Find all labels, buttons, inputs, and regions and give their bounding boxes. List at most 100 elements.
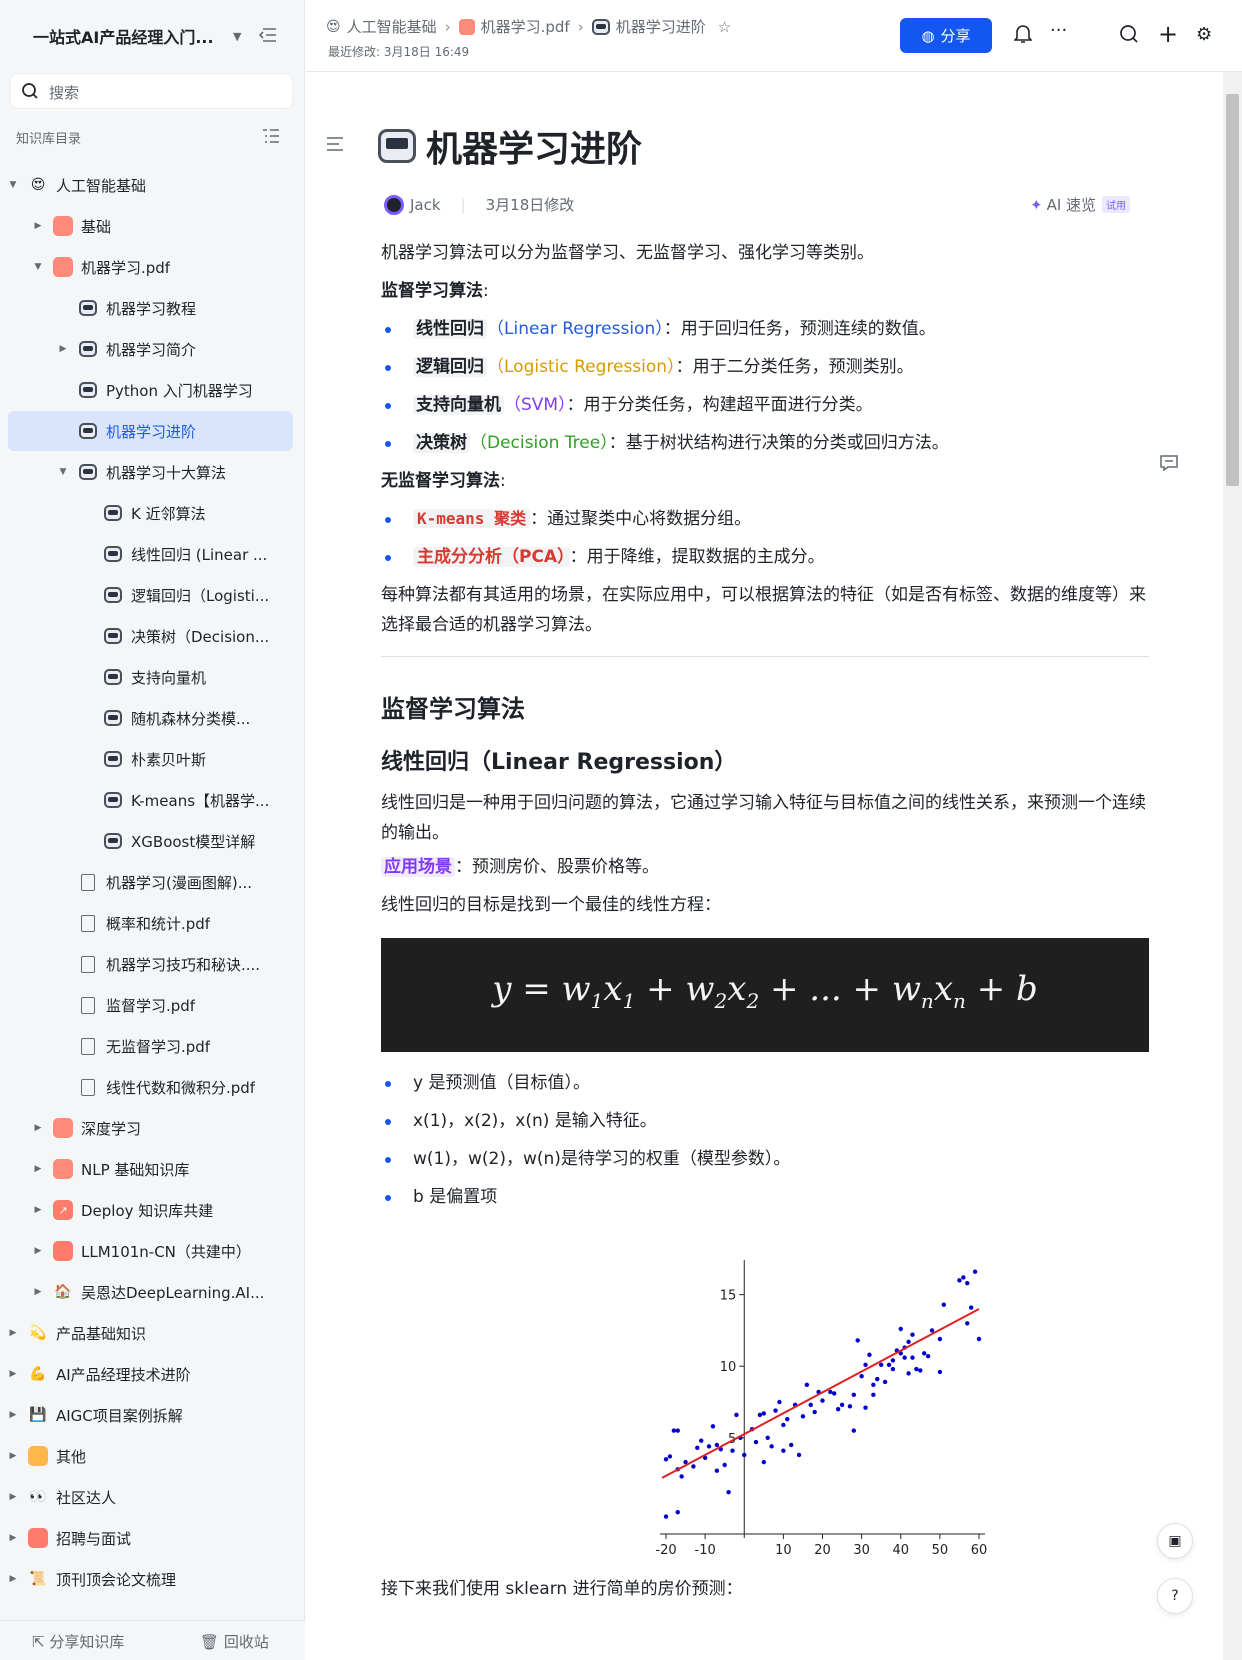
breadcrumb-item-2[interactable]: 机器学习.pdf [481,16,570,37]
caret-right-icon[interactable]: ▶ [31,1246,45,1256]
sidebar-item[interactable]: 逻辑回归（Logisti... [8,575,293,615]
data-point [832,1391,837,1396]
sidebar-item[interactable]: ▶ 深度学习 [8,1108,293,1148]
sidebar-item[interactable]: 概率和统计.pdf [8,903,293,943]
caret-right-icon[interactable]: ▶ [6,1533,20,1543]
caret-right-icon[interactable]: ▶ [6,1410,20,1420]
sidebar-item[interactable]: ▶ 📜 顶刊顶会论文梳理 [8,1559,293,1599]
sidebar-item[interactable]: ▶ 💪 AI产品经理技术进阶 [8,1354,293,1394]
sidebar-item[interactable]: ▶ 👀 社区达人 [8,1477,293,1517]
outline-icon[interactable] [326,136,344,152]
gear-icon[interactable]: ⚙ [1196,24,1212,45]
data-point [906,1339,911,1345]
sidebar-item[interactable]: 无监督学习.pdf [8,1026,293,1066]
data-point [675,1428,680,1433]
sidebar-item[interactable]: ▼ 机器学习十大算法 [8,452,293,492]
data-point [929,1328,935,1333]
sidebar-item[interactable]: 机器学习教程 [8,288,293,328]
sidebar-item[interactable]: Python 入门机器学习 [8,370,293,410]
data-point [828,1389,833,1395]
sidebar-item[interactable]: 线性代数和微积分.pdf [8,1067,293,1107]
sidebar-item[interactable]: XGBoost模型详解 [8,821,293,861]
doc-info-button[interactable]: ▣ [1157,1523,1193,1559]
sidebar-item[interactable]: 机器学习进阶 [8,411,293,451]
sidebar-item[interactable]: ▶ 💾 AIGC项目案例拆解 [8,1395,293,1435]
caret-right-icon[interactable]: ▶ [6,1574,20,1584]
caret-right-icon[interactable]: ▶ [31,1123,45,1133]
sidebar-item[interactable]: K 近邻算法 [8,493,293,533]
share-knowledge-base-button[interactable]: ⇱ 分享知识库 [32,1631,124,1652]
bell-icon[interactable] [1013,24,1033,49]
collapse-sidebar-icon[interactable] [258,26,278,44]
breadcrumb-item-1[interactable]: 人工智能基础 [347,16,437,37]
caret-down-icon[interactable]: ▼ [31,262,45,272]
help-button[interactable]: ? [1157,1578,1193,1614]
knowledge-base-title[interactable]: 一站式AI产品经理入门... [33,24,213,48]
caret-right-icon[interactable]: ▶ [6,1492,20,1502]
plus-icon[interactable]: + [1158,20,1178,48]
caret-down-icon[interactable]: ▼ [6,180,20,190]
sidebar-item[interactable]: 机器学习技巧和秘诀.... [8,944,293,984]
data-point [675,1510,680,1515]
caret-right-icon[interactable]: ▶ [6,1451,20,1461]
author-name[interactable]: Jack [410,196,441,214]
search-input[interactable]: 搜索 [10,73,293,109]
sidebar-item[interactable]: 随机森林分类模... [8,698,293,738]
data-point [757,1412,763,1418]
trash-button[interactable]: 🗑 回收站 [200,1631,269,1652]
comment-icon[interactable] [1160,455,1178,471]
sidebar-item[interactable]: 监督学习.pdf [8,985,293,1025]
caret-right-icon[interactable]: ▶ [31,1164,45,1174]
sidebar-item[interactable]: ▶ 机器学习简介 [8,329,293,369]
star-icon[interactable]: ☆ [718,18,731,36]
search-icon[interactable] [1119,24,1139,49]
caret-right-icon[interactable]: ▶ [56,344,70,354]
data-point [710,1424,716,1429]
sidebar-item-label: 机器学习教程 [106,299,197,318]
scrollbar-thumb[interactable] [1226,94,1239,486]
sidebar-item[interactable]: ▼ 😍 人工智能基础 [8,165,293,205]
caret-right-icon[interactable]: ▶ [6,1328,20,1338]
catalog-label: 知识库目录 [16,132,82,147]
sidebar-item[interactable]: K-means【机器学... [8,780,293,820]
mail-icon [28,1528,48,1548]
sidebar-item[interactable]: ▶ 其他 [8,1436,293,1476]
sidebar-item[interactable]: ▶ NLP 基础知识库 [8,1149,293,1189]
doc-info-icon: ▣ [1168,1533,1182,1549]
caret-right-icon[interactable]: ▶ [6,1369,20,1379]
data-point [972,1269,978,1274]
share-button[interactable]: ◍ 分享 [900,18,992,53]
data-point [976,1336,982,1342]
breadcrumb-item-3[interactable]: 机器学习进阶 [616,16,706,37]
y-tick-label: 15 [720,1289,737,1304]
term-en: （Linear Regression） [487,319,664,339]
caret-right-icon[interactable]: ▶ [31,1287,45,1297]
ai-quick-button[interactable]: ✦ AI 速览 试用 [1030,194,1131,215]
caret-right-icon[interactable]: ▶ [31,221,45,231]
sidebar-item[interactable]: ▼ 机器学习.pdf [8,247,293,287]
sidebar-item[interactable]: 线性回归 (Linear ... [8,534,293,574]
caret-right-icon[interactable]: ▶ [31,1205,45,1215]
more-icon[interactable]: ··· [1050,20,1067,41]
avatar[interactable] [384,194,404,215]
data-point [781,1422,786,1428]
sidebar-item[interactable]: 朴素贝叶斯 [8,739,293,779]
formula-block: y = w1x1 + w2x2 + ... + wnxn + b [381,938,1149,1052]
sidebar-item-label: 机器学习(漫画图解)... [106,873,253,892]
sidebar-item[interactable]: ▶ 基础 [8,206,293,246]
sidebar-item[interactable]: 机器学习(漫画图解)... [8,862,293,902]
sidebar-item-label: Python 入门机器学习 [106,381,253,400]
chevron-down-icon[interactable]: ▼ [233,30,241,43]
sidebar-item[interactable]: ▶ 💫 产品基础知识 [8,1313,293,1353]
sidebar-item[interactable]: ▶ 招聘与面试 [8,1518,293,1558]
sidebar-item[interactable]: 支持向量机 [8,657,293,697]
list-view-icon[interactable] [262,128,280,144]
sidebar-item-label: 顶刊顶会论文梳理 [56,1570,177,1589]
list-item: y 是预测值（目标值）。 [381,1068,1149,1098]
scrollbar[interactable] [1223,72,1242,1660]
caret-down-icon[interactable]: ▼ [56,467,70,477]
sidebar-item[interactable]: 决策树（Decision... [8,616,293,656]
sidebar-item[interactable]: ▶ ↗ Deploy 知识库共建 [8,1190,293,1230]
sidebar-item[interactable]: ▶ LLM101n-CN（共建中） [8,1231,293,1271]
sidebar-item[interactable]: ▶ 🏠 吴恩达DeepLearning.AI... [8,1272,293,1312]
